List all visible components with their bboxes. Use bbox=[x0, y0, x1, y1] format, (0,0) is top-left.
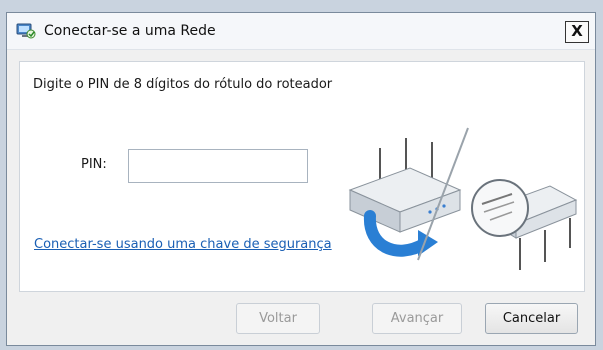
network-icon bbox=[16, 22, 36, 40]
close-button[interactable]: X bbox=[565, 21, 589, 43]
instruction-text: Digite o PIN de 8 dígitos do rótulo do r… bbox=[33, 77, 333, 92]
title-bar: Conectar-se a uma Rede X bbox=[7, 13, 595, 50]
router-illustration bbox=[348, 127, 578, 270]
cancel-button[interactable]: Cancelar bbox=[485, 303, 578, 334]
dialog-window: Conectar-se a uma Rede X Digite o PIN de… bbox=[6, 12, 596, 346]
security-key-link[interactable]: Conectar-se usando uma chave de seguranç… bbox=[34, 237, 332, 252]
next-button[interactable]: Avançar bbox=[372, 303, 462, 334]
content-panel: Digite o PIN de 8 dígitos do rótulo do r… bbox=[19, 61, 585, 292]
pin-label: PIN: bbox=[81, 157, 107, 172]
back-button[interactable]: Voltar bbox=[236, 303, 320, 334]
button-bar: Voltar Avançar Cancelar bbox=[7, 299, 595, 347]
window-title: Conectar-se a uma Rede bbox=[44, 23, 216, 39]
pin-input[interactable] bbox=[128, 149, 308, 183]
